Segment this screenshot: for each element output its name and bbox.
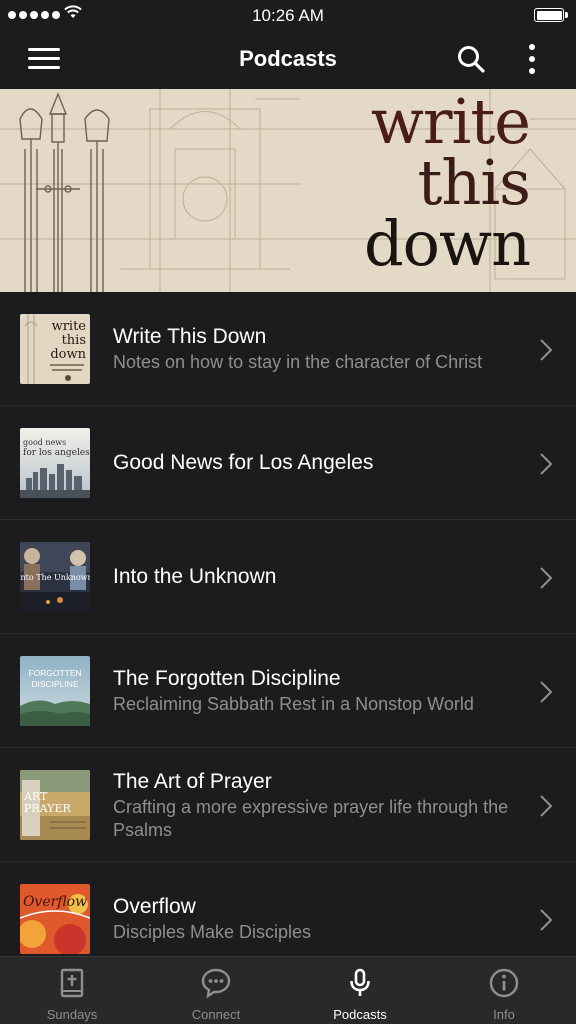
podcast-row-art-of-prayer[interactable]: ART PRAYER The Art of Prayer Crafting a …	[0, 748, 576, 862]
chevron-right-icon	[540, 567, 553, 589]
chevron-right-icon	[540, 339, 553, 361]
chevron-right-icon	[540, 795, 553, 817]
podcast-artwork: Overflow	[20, 884, 90, 954]
svg-text:write: write	[52, 319, 87, 334]
podcast-title: Overflow	[113, 895, 196, 918]
podcast-title: The Forgotten Discipline	[113, 667, 341, 690]
more-options-icon[interactable]	[522, 42, 542, 76]
svg-text:down: down	[50, 347, 86, 362]
podcast-artwork: FORGOTTEN DISCIPLINE	[20, 656, 90, 726]
podcast-row-overflow[interactable]: Overflow Overflow Disciples Make Discipl…	[0, 862, 576, 956]
status-time: 10:26 AM	[252, 6, 324, 25]
svg-text:Overflow: Overflow	[23, 894, 87, 910]
page-title: Podcasts	[239, 46, 337, 71]
podcast-row-into-the-unknown[interactable]: Into The Unknown Into the Unknown	[0, 520, 576, 634]
podcast-title: Write This Down	[113, 325, 267, 348]
svg-text:DISCIPLINE: DISCIPLINE	[31, 679, 79, 689]
battery-icon	[534, 8, 568, 22]
svg-text:for los angeles: for los angeles	[23, 448, 90, 458]
podcast-title: Good News for Los Angeles	[113, 451, 374, 474]
svg-text:PRAYER: PRAYER	[24, 802, 71, 815]
svg-text:this: this	[62, 333, 86, 348]
tab-label: Podcasts	[333, 1007, 387, 1022]
chevron-right-icon	[540, 453, 553, 475]
svg-text:good news: good news	[23, 438, 66, 447]
podcast-row-forgotten-discipline[interactable]: FORGOTTEN DISCIPLINE The Forgotten Disci…	[0, 634, 576, 748]
bible-icon	[60, 968, 84, 998]
podcast-artwork: ART PRAYER	[20, 770, 90, 840]
status-bar: 10:26 AM	[0, 0, 576, 30]
podcast-subtitle: Disciples Make Disciples	[113, 922, 312, 942]
tab-label: Sundays	[46, 1007, 98, 1022]
tab-sundays[interactable]: Sundays	[0, 957, 144, 1024]
chat-bubble-icon	[201, 968, 231, 999]
tab-bar: Sundays Connect Podcasts Info	[0, 956, 576, 1024]
podcast-artwork: write this down	[20, 314, 90, 384]
microphone-icon	[350, 968, 370, 996]
podcast-title: Into the Unknown	[113, 565, 277, 588]
search-icon[interactable]	[456, 44, 486, 74]
svg-text:Into The Unknown: Into The Unknown	[20, 573, 90, 582]
podcast-row-good-news-los-angeles[interactable]: good news for los angeles Good News for …	[0, 406, 576, 520]
podcast-row-write-this-down[interactable]: write this down Write This Down Notes on…	[0, 292, 576, 406]
tab-connect[interactable]: Connect	[144, 957, 288, 1024]
podcast-artwork: good news for los angeles	[20, 428, 90, 498]
podcast-subtitle: Crafting a more expressive prayer life t…	[113, 796, 509, 840]
podcast-list: write this down Write This Down Notes on…	[0, 292, 576, 956]
tab-podcasts[interactable]: Podcasts	[288, 957, 432, 1024]
chevron-right-icon	[540, 909, 553, 931]
podcast-subtitle: Reclaiming Sabbath Rest in a Nonstop Wor…	[113, 694, 474, 714]
info-icon	[489, 968, 519, 998]
tab-label: Connect	[191, 1007, 241, 1022]
podcast-artwork: Into The Unknown	[20, 542, 90, 612]
svg-text:FORGOTTEN: FORGOTTEN	[28, 668, 81, 678]
featured-banner[interactable]: write this down	[0, 89, 576, 292]
podcast-subtitle: Notes on how to stay in the character of…	[113, 352, 483, 372]
banner-title: write this down	[363, 89, 531, 280]
tab-label: Info	[493, 1007, 515, 1022]
chevron-right-icon	[540, 681, 553, 703]
podcast-title: The Art of Prayer	[113, 769, 272, 793]
navigation-bar: Podcasts	[0, 30, 576, 89]
tab-info[interactable]: Info	[432, 957, 576, 1024]
